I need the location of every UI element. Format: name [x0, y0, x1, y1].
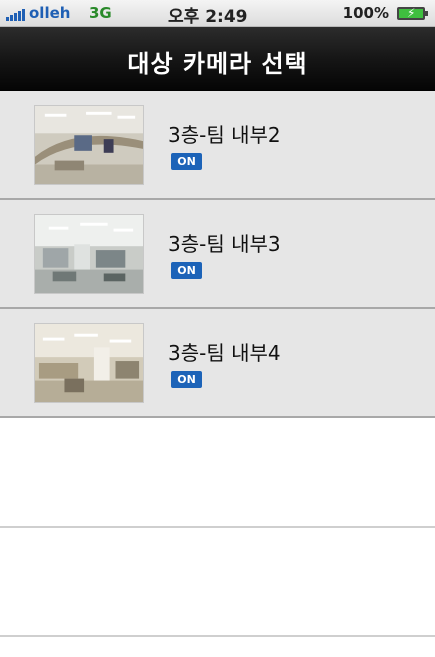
- status-badge: ON: [171, 153, 202, 170]
- camera-row[interactable]: 3층-팀 내부2 ON: [0, 91, 435, 200]
- camera-row[interactable]: 3층-팀 내부3 ON: [0, 200, 435, 309]
- camera-name: 3층-팀 내부2: [168, 123, 281, 147]
- camera-thumbnail: [34, 214, 144, 294]
- status-badge: ON: [171, 262, 202, 279]
- battery-percentage: 100%: [342, 4, 389, 22]
- navigation-bar: 대상 카메라 선택: [0, 27, 435, 91]
- camera-thumbnail: [34, 323, 144, 403]
- status-badge: ON: [171, 371, 202, 388]
- camera-list: 3층-팀 내부2 ON 3층-팀 내부3 ON 3층-팀 내부4 ON: [0, 91, 435, 418]
- row-divider: [0, 526, 435, 528]
- page-title: 대상 카메라 선택: [127, 50, 308, 78]
- status-bar: olleh 3G 오후 2:49 100% ⚡: [0, 0, 435, 27]
- camera-row[interactable]: 3층-팀 내부4 ON: [0, 309, 435, 418]
- battery-charging-icon: ⚡: [397, 6, 428, 20]
- camera-name: 3층-팀 내부3: [168, 232, 281, 256]
- camera-name: 3층-팀 내부4: [168, 341, 281, 365]
- camera-thumbnail: [34, 105, 144, 185]
- carrier-label: olleh: [29, 4, 71, 22]
- status-time: 오후 2:49: [168, 7, 248, 27]
- signal-icon: [6, 8, 25, 21]
- network-label: 3G: [89, 4, 112, 22]
- row-divider: [0, 635, 435, 637]
